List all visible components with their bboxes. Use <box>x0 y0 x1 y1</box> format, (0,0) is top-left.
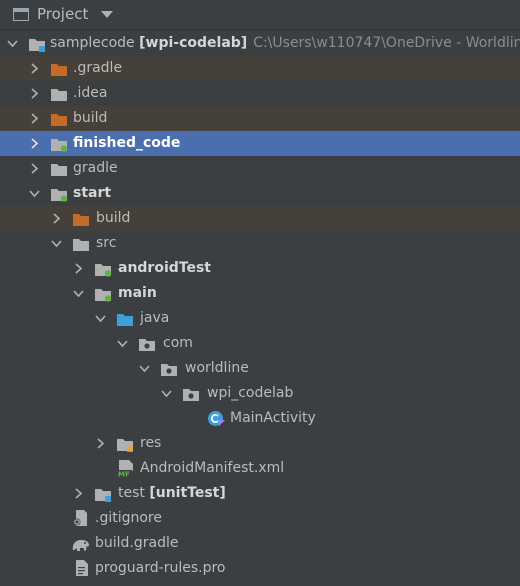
package-label: com <box>163 335 193 351</box>
tree-row-build-gradle[interactable]: build.gradle <box>0 531 520 556</box>
chevron-right-icon[interactable] <box>73 263 84 274</box>
package-folder-icon <box>183 386 200 401</box>
chevron-right-icon[interactable] <box>29 163 40 174</box>
chevron-right-icon[interactable] <box>29 63 40 74</box>
project-window-icon[interactable] <box>13 8 29 21</box>
folder-icon <box>51 86 68 101</box>
tree-row-gitignore[interactable]: .gitignore <box>0 506 520 531</box>
tree-row-proguard[interactable]: proguard-rules.pro <box>0 556 520 581</box>
module-label: finished_code <box>73 135 181 151</box>
tree-row-main-activity[interactable]: MainActivity <box>0 406 520 431</box>
file-label: proguard-rules.pro <box>95 560 226 576</box>
project-tool-window-header: Project <box>0 0 520 30</box>
tree-row-main[interactable]: main <box>0 281 520 306</box>
file-label: build.gradle <box>95 535 179 551</box>
chevron-right-icon[interactable] <box>73 488 84 499</box>
kotlin-class-icon <box>207 410 226 427</box>
tree-row-android-manifest[interactable]: MF AndroidManifest.xml <box>0 456 520 481</box>
gradle-elephant-icon <box>71 536 91 551</box>
folder-label: res <box>140 435 162 451</box>
folder-label: build <box>73 110 108 126</box>
project-view-title[interactable]: Project <box>37 5 88 23</box>
folder-label: build <box>96 210 131 226</box>
manifest-file-icon: MF <box>117 460 136 479</box>
module-folder-icon <box>95 261 112 277</box>
folder-icon <box>51 161 68 176</box>
tree-row-res[interactable]: res <box>0 431 520 456</box>
folder-label: java <box>140 310 170 326</box>
tree-row-start-build[interactable]: build <box>0 206 520 231</box>
tree-row-gradle-dir[interactable]: .gradle <box>0 56 520 81</box>
tree-row-java[interactable]: java <box>0 306 520 331</box>
folder-label: src <box>96 235 117 251</box>
tree-row-test[interactable]: test [unitTest] <box>0 481 520 506</box>
tree-row-android-test[interactable]: androidTest <box>0 256 520 281</box>
view-selector-chevron-down-icon[interactable] <box>101 11 113 18</box>
chevron-right-icon[interactable] <box>29 88 40 99</box>
module-folder-icon <box>51 186 68 202</box>
module-label: main <box>118 285 157 301</box>
chevron-down-icon[interactable] <box>29 188 40 199</box>
text-file-icon <box>75 560 89 576</box>
tree-row-com[interactable]: com <box>0 331 520 356</box>
module-folder-icon <box>95 486 112 502</box>
resource-folder-icon <box>117 436 134 452</box>
excluded-folder-icon <box>51 61 68 76</box>
package-folder-icon <box>161 361 178 376</box>
gitignore-file-icon <box>73 510 90 526</box>
module-folder-icon <box>29 36 46 52</box>
root-folder-name: samplecode <box>50 35 135 51</box>
chevron-right-icon[interactable] <box>29 113 40 124</box>
folder-label: .idea <box>73 85 108 101</box>
chevron-down-icon[interactable] <box>117 338 128 349</box>
excluded-folder-icon <box>73 211 90 226</box>
chevron-right-icon[interactable] <box>51 213 62 224</box>
file-label: MainActivity <box>230 410 316 426</box>
tree-row-idea-dir[interactable]: .idea <box>0 81 520 106</box>
module-folder-icon <box>95 286 112 302</box>
file-label: AndroidManifest.xml <box>140 460 285 476</box>
chevron-down-icon[interactable] <box>95 313 106 324</box>
tree-row-build-dir[interactable]: build <box>0 106 520 131</box>
module-label: start <box>73 185 112 201</box>
chevron-down-icon[interactable] <box>161 388 172 399</box>
package-folder-icon <box>139 336 156 351</box>
tree-row-gradle[interactable]: gradle <box>0 156 520 181</box>
module-name: [unitTest] <box>149 485 226 501</box>
chevron-down-icon[interactable] <box>51 238 62 249</box>
package-label: worldline <box>185 360 249 376</box>
folder-label: .gradle <box>73 60 123 76</box>
folder-label: test <box>118 485 145 501</box>
excluded-folder-icon <box>51 111 68 126</box>
tree-row-worldline[interactable]: worldline <box>0 356 520 381</box>
chevron-right-icon[interactable] <box>29 138 40 149</box>
module-label: androidTest <box>118 260 211 276</box>
tree-row-finished-code[interactable]: finished_code <box>0 131 520 156</box>
root-module-name: [wpi-codelab] <box>139 35 248 51</box>
root-path: C:\Users\w110747\OneDrive - Worldline\D <box>253 35 520 51</box>
tree-row-src[interactable]: src <box>0 231 520 256</box>
tree-row-root[interactable]: samplecode [wpi-codelab] C:\Users\w110747… <box>0 31 520 56</box>
package-label: wpi_codelab <box>207 385 294 401</box>
svg-text:MF: MF <box>118 471 130 478</box>
chevron-down-icon[interactable] <box>7 38 18 49</box>
folder-label: gradle <box>73 160 118 176</box>
chevron-down-icon[interactable] <box>139 363 150 374</box>
file-label: .gitignore <box>95 510 162 526</box>
chevron-right-icon[interactable] <box>95 438 106 449</box>
folder-icon <box>73 236 90 251</box>
source-folder-icon <box>117 311 134 326</box>
module-folder-icon <box>51 136 68 152</box>
tree-row-wpi-codelab[interactable]: wpi_codelab <box>0 381 520 406</box>
chevron-down-icon[interactable] <box>73 288 84 299</box>
tree-row-start[interactable]: start <box>0 181 520 206</box>
